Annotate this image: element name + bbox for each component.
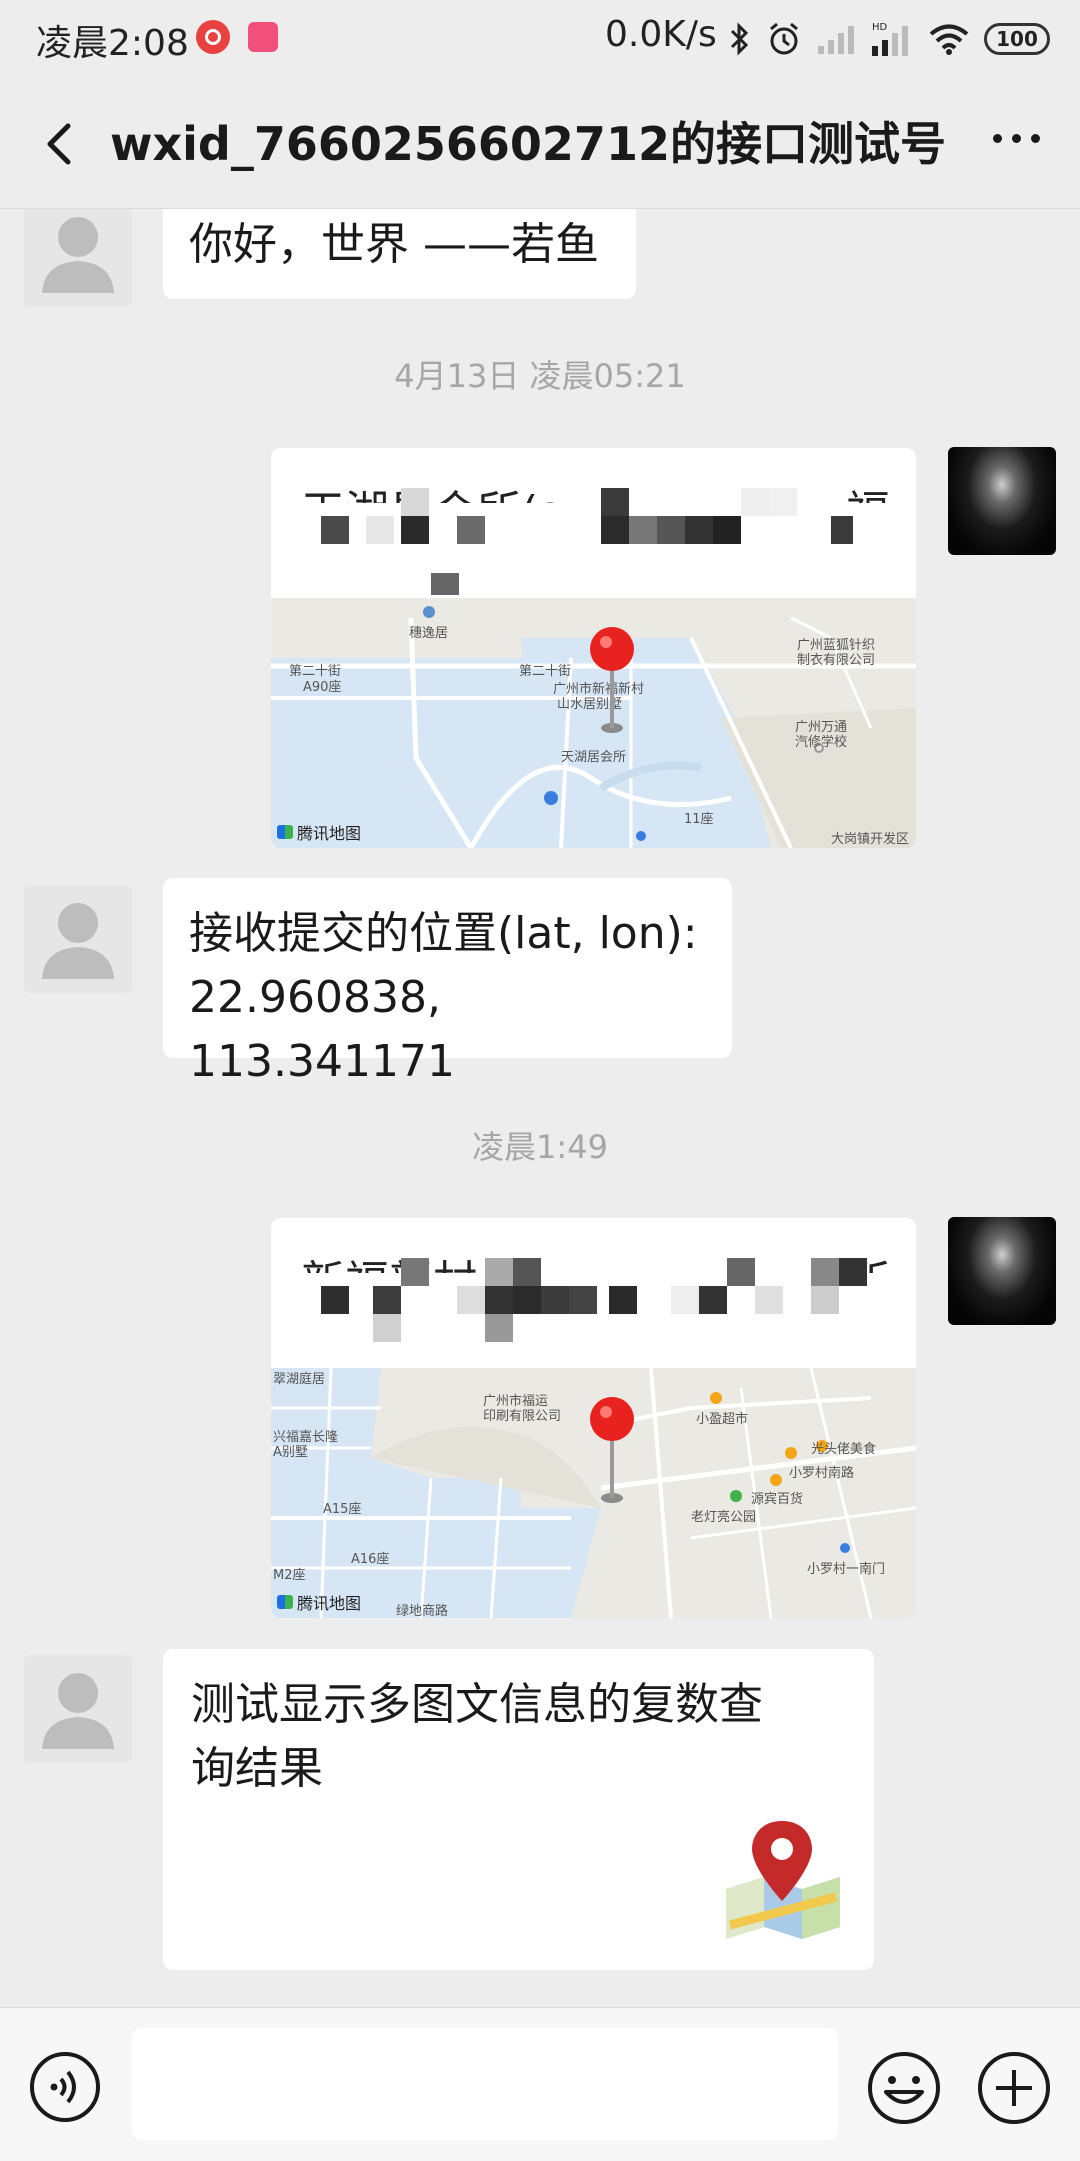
location-message-card[interactable]: 新福新村 所 <box>271 1218 916 1618</box>
message-text: 你好，世界 ——若鱼 <box>189 219 599 270</box>
location-pin-icon <box>590 1397 634 1503</box>
back-arrow-icon[interactable] <box>34 116 90 172</box>
emoji-icon[interactable] <box>866 2050 942 2126</box>
message-list[interactable]: 你好，世界 ——若鱼 4月13日 凌晨05:21 天湖星会所(s 福 <box>0 209 1080 2007</box>
message-input[interactable] <box>132 2028 838 2140</box>
location-pin-icon <box>590 627 634 733</box>
wifi-icon <box>929 24 969 55</box>
map-label: 小罗村一南门 <box>807 1562 886 1577</box>
message-bubble-incoming[interactable]: 接收提交的位置(lat, lon): 22.960838, 113.341171 <box>163 878 732 1087</box>
rich-message-title-line: 询结果 <box>191 1743 323 1794</box>
alarm-icon <box>770 22 798 55</box>
app-notification-icon-2 <box>248 22 278 52</box>
location-title: 天湖星会所(s 福 <box>271 448 916 598</box>
status-bar: 凌晨2:08 0.0K/s HD 100 <box>0 0 1080 78</box>
location-title: 新福新村 所 <box>271 1218 916 1368</box>
message-bubble-incoming[interactable]: 你好，世界 ——若鱼 <box>163 209 636 299</box>
map-label: A16座 <box>351 1552 390 1567</box>
status-icons: HD 100 <box>728 14 1050 64</box>
map-label: 小盈超市 <box>696 1412 749 1427</box>
map-label: A别墅 <box>273 1445 308 1460</box>
map-label: 天湖居会所 <box>561 750 627 765</box>
bluetooth-icon <box>730 22 749 56</box>
location-map-preview[interactable]: 穗逸居 第二十街 A90座 第二十街 广州市新福新村 山水居别墅 天湖居会所 广… <box>271 598 916 848</box>
contact-avatar[interactable] <box>24 885 132 993</box>
map-label: 源宾百货 <box>751 1492 804 1507</box>
message-text-line: 接收提交的位置(lat, lon): <box>189 908 698 959</box>
status-time: 凌晨2:08 <box>36 23 189 64</box>
battery-icon: 100 <box>984 23 1050 55</box>
contact-avatar[interactable] <box>24 1655 132 1763</box>
map-provider-logo: 腾讯地图 <box>277 1590 361 1614</box>
map-label: 大岗镇开发区 <box>831 832 910 847</box>
map-location-icon <box>726 1821 840 1939</box>
signal-icon-hd: HD <box>872 22 908 56</box>
svg-text:HD: HD <box>872 22 888 33</box>
map-label: 印刷有限公司 <box>483 1409 562 1424</box>
contact-avatar[interactable] <box>24 209 132 307</box>
chat-title: wxid_766025660271​2的接口测试号 <box>110 117 946 171</box>
more-functions-plus-icon[interactable] <box>976 2050 1052 2126</box>
map-label: M2座 <box>273 1568 306 1583</box>
app-notification-icon <box>196 20 230 54</box>
input-toolbar <box>0 2007 1080 2161</box>
map-label: 汽修学校 <box>795 735 848 750</box>
rich-message-title-line: 测试显示多图文信息的复数查 <box>191 1679 763 1730</box>
my-avatar[interactable] <box>948 447 1056 555</box>
rich-message-card[interactable]: 测试显示多图文信息的复数查 询结果 <box>163 1649 874 1970</box>
message-timestamp: 凌晨1:49 <box>472 1128 608 1166</box>
message-timestamp: 4月13日 凌晨05:21 <box>394 357 686 395</box>
map-label: 穗逸居 <box>409 626 449 641</box>
map-label: 老灯亮公园 <box>691 1510 757 1525</box>
map-label: A90座 <box>303 680 342 695</box>
signal-icon-weak <box>818 26 854 54</box>
map-label: 绿地商路 <box>396 1604 449 1618</box>
chat-header: wxid_766025660271​2的接口测试号 <box>0 78 1080 209</box>
map-label: 制衣有限公司 <box>797 653 876 668</box>
more-options-icon[interactable] <box>993 134 1040 143</box>
location-map-preview[interactable]: 翠湖庭居 广州市福运 印刷有限公司 小盈超市 兴福嘉长隆 A别墅 光头佬美食 小… <box>271 1368 916 1618</box>
map-label: A15座 <box>323 1502 362 1517</box>
map-provider-logo: 腾讯地图 <box>277 820 361 844</box>
message-text-line: 22.960838, 113.341171 <box>189 972 455 1087</box>
network-speed: 0.0K/s <box>605 14 717 55</box>
map-label: 11座 <box>684 812 714 827</box>
map-label: 第二十街 <box>519 664 572 679</box>
my-avatar[interactable] <box>948 1217 1056 1325</box>
map-label: 翠湖庭居 <box>273 1372 326 1387</box>
map-label: 光头佬美食 <box>811 1442 877 1457</box>
location-message-card[interactable]: 天湖星会所(s 福 <box>271 448 916 848</box>
map-label: 小罗村南路 <box>789 1466 855 1481</box>
voice-input-icon[interactable] <box>28 2050 102 2124</box>
